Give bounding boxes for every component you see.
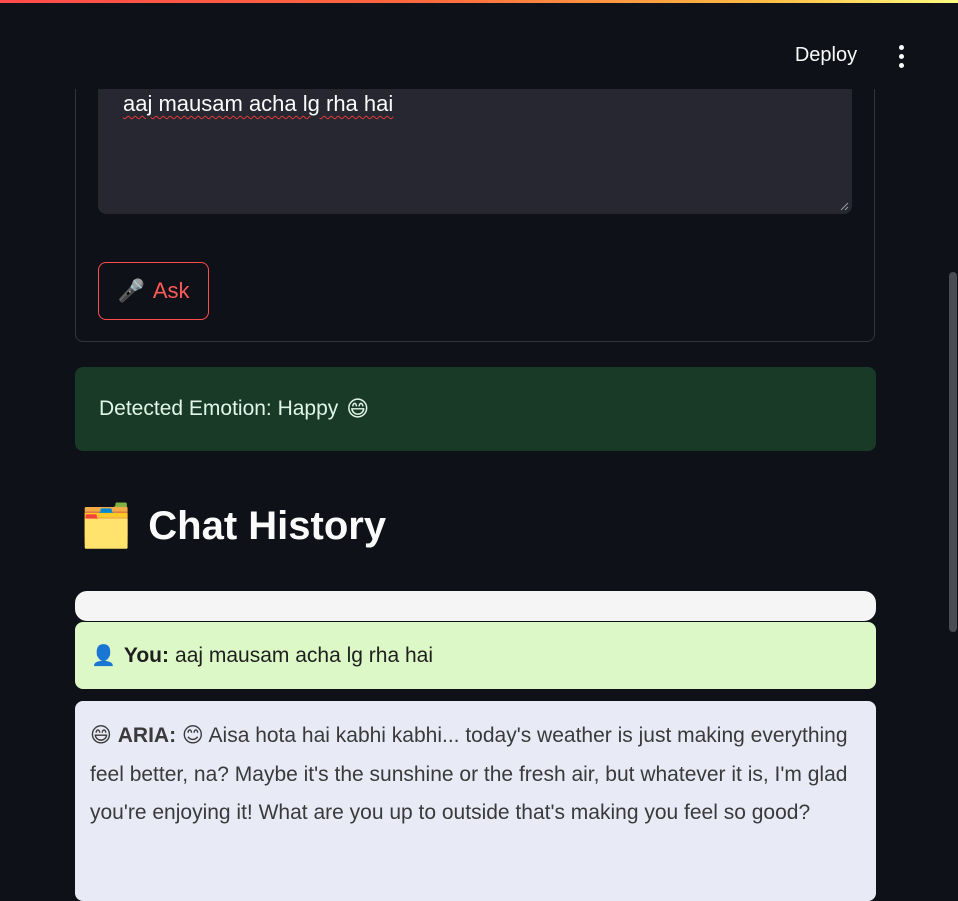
user-sender-label: You: xyxy=(123,643,170,667)
aria-avatar-icon: 😄 xyxy=(90,724,112,747)
chat-history-title: Chat History xyxy=(148,503,387,548)
detected-emotion-alert: Detected Emotion: Happy 😄 xyxy=(75,367,876,451)
aria-smile-emoji-icon: 😊 xyxy=(181,724,204,747)
chat-history-heading: 🗂️ Chat History xyxy=(80,498,386,554)
message-textarea[interactable]: aaj mausam acha lg rha hai xyxy=(98,70,852,214)
kebab-menu-icon[interactable] xyxy=(888,41,914,71)
scrollbar-track[interactable] xyxy=(946,89,958,874)
user-message-bubble: 👤 You: aaj mausam acha lg rha hai xyxy=(75,622,876,689)
user-avatar-icon: 👤 xyxy=(91,645,116,667)
aria-message-text: Aisa hota hai kabhi kabhi... today's wea… xyxy=(90,724,848,824)
ask-button[interactable]: 🎤 Ask xyxy=(98,262,209,320)
detected-emotion-text: Detected Emotion: Happy xyxy=(99,397,339,420)
user-message-text: aaj mausam acha lg rha hai xyxy=(175,643,433,667)
aria-message-bubble: 😄 ARIA: 😊 Aisa hota hai kabhi kabhi... t… xyxy=(75,701,876,901)
deploy-button[interactable]: Deploy xyxy=(782,39,870,71)
happy-emoji-icon: 😄 xyxy=(346,396,370,421)
empty-message-bubble xyxy=(75,591,876,621)
card-index-dividers-icon: 🗂️ xyxy=(80,501,133,549)
resize-handle-icon[interactable] xyxy=(839,201,849,211)
ask-button-label: Ask xyxy=(152,278,190,303)
aria-sender-label: ARIA: xyxy=(117,724,177,747)
scrollbar-thumb[interactable] xyxy=(949,272,957,632)
microphone-icon: 🎤 xyxy=(117,278,145,303)
message-input-value: aaj mausam acha lg rha hai xyxy=(123,91,394,116)
app-header: Deploy xyxy=(0,3,958,89)
